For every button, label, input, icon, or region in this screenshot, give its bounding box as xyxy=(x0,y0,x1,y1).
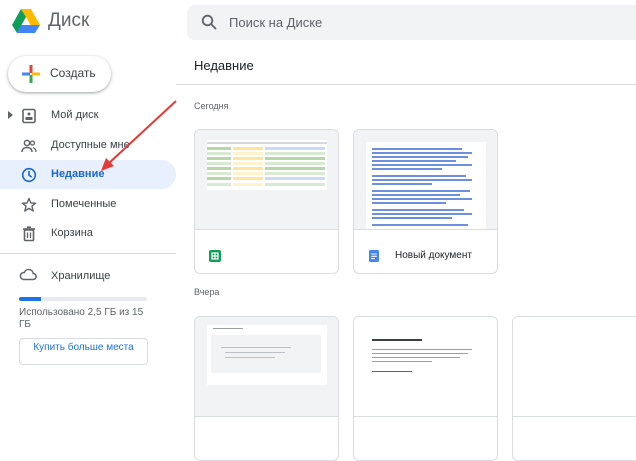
search-icon[interactable] xyxy=(201,14,217,30)
file-name: Новый документ xyxy=(395,250,472,261)
sidebar-item-label: Помеченные xyxy=(51,198,117,210)
file-card[interactable] xyxy=(353,316,498,461)
section-label-today: Сегодня xyxy=(194,101,229,111)
sidebar-item-recent[interactable]: Недавние xyxy=(0,160,176,189)
google-sheets-icon xyxy=(209,250,221,262)
storage-label[interactable]: Хранилище xyxy=(51,270,110,282)
plus-icon xyxy=(22,65,40,83)
document-thumbnail xyxy=(207,325,327,385)
cloud-icon xyxy=(19,268,37,281)
header-divider xyxy=(176,84,636,85)
top-bar: Диск xyxy=(0,0,636,46)
create-button[interactable]: Создать xyxy=(8,56,111,92)
sidebar-item-my-drive[interactable]: Мой диск xyxy=(0,101,176,130)
file-card[interactable] xyxy=(194,129,339,274)
document-thumbnail xyxy=(366,142,486,229)
file-preview xyxy=(195,317,338,417)
sidebar-item-label: Корзина xyxy=(51,227,93,239)
sidebar-item-label: Мой диск xyxy=(51,109,99,121)
create-button-label: Создать xyxy=(50,66,96,80)
star-icon xyxy=(21,197,37,212)
file-preview xyxy=(354,317,497,417)
file-card[interactable] xyxy=(512,316,636,461)
section-label-yesterday: Вчера xyxy=(194,287,220,297)
sidebar-item-label: Недавние xyxy=(51,168,105,180)
expand-arrow-icon[interactable] xyxy=(8,111,13,119)
sidebar-item-label: Доступные мне xyxy=(51,139,130,151)
file-preview xyxy=(354,130,497,230)
sidebar-item-trash[interactable]: Корзина xyxy=(0,219,176,248)
app-title[interactable]: Диск xyxy=(48,10,89,32)
trash-icon xyxy=(23,226,35,242)
storage-usage-fill xyxy=(19,297,41,301)
storage-usage-text: Использовано 2,5 ГБ из 15 ГБ xyxy=(19,307,144,330)
google-drive-icon[interactable] xyxy=(12,9,40,33)
my-drive-icon xyxy=(22,108,36,124)
spreadsheet-thumbnail xyxy=(207,140,327,190)
people-icon xyxy=(21,139,37,153)
document-thumbnail xyxy=(366,325,486,385)
file-card[interactable] xyxy=(194,316,339,461)
search-bar[interactable] xyxy=(187,5,636,40)
file-card[interactable]: Новый документ xyxy=(353,129,498,274)
sidebar-item-shared[interactable]: Доступные мне xyxy=(0,131,176,160)
file-preview xyxy=(195,130,338,230)
storage-usage-bar xyxy=(19,297,147,301)
clock-icon xyxy=(21,167,37,183)
sidebar-item-starred[interactable]: Помеченные xyxy=(0,190,176,219)
page-title: Недавние xyxy=(194,58,254,73)
google-docs-icon xyxy=(369,250,379,262)
file-preview xyxy=(513,317,636,417)
sidebar-divider xyxy=(0,253,176,254)
buy-storage-button[interactable]: Купить больше места xyxy=(19,338,148,365)
search-input[interactable] xyxy=(229,5,529,40)
